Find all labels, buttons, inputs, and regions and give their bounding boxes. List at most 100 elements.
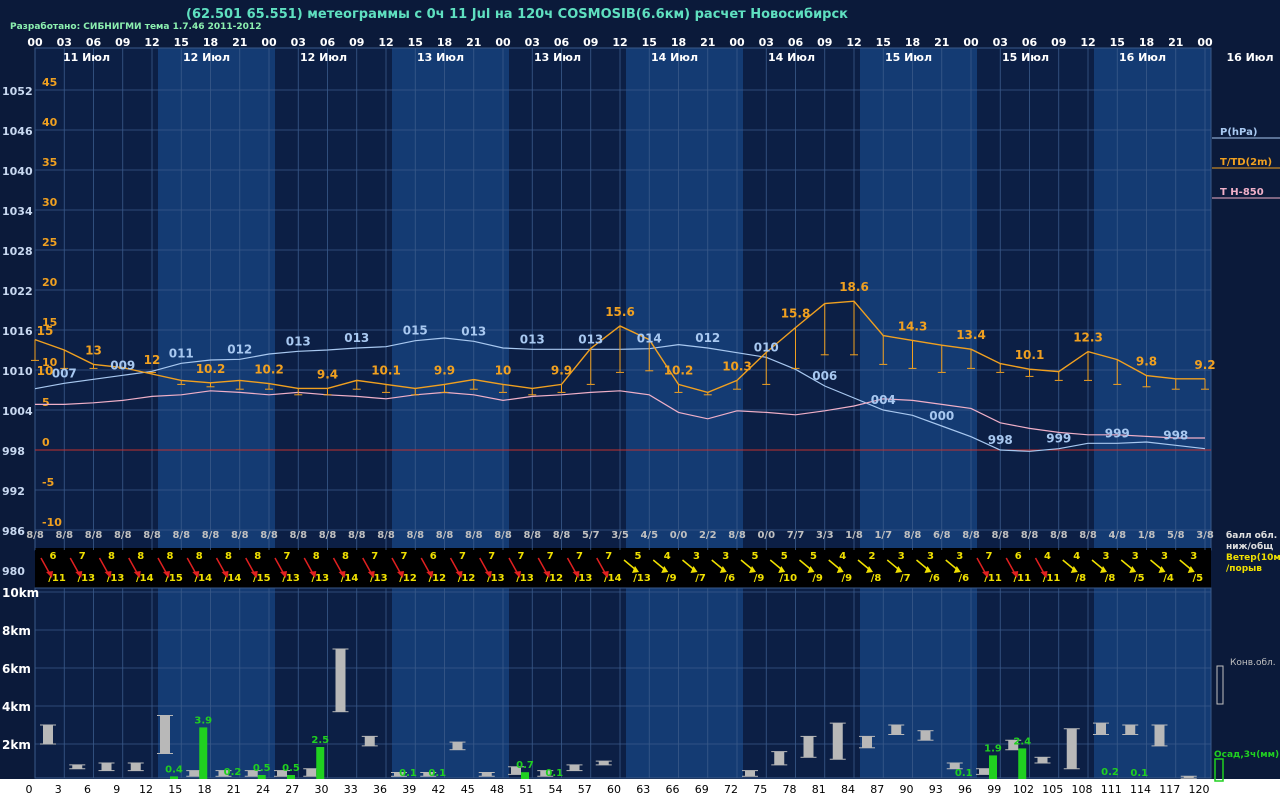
x-tick: 90 — [900, 783, 914, 796]
hour-label: 00 — [963, 36, 979, 49]
cloud-cover: 0/0 — [670, 530, 688, 541]
hour-label: 06 — [1022, 36, 1038, 49]
wind-speed: 7 — [284, 551, 291, 562]
wind-speed: 5 — [635, 551, 642, 562]
temp-value: 10.2 — [196, 362, 226, 376]
temp-value: 9.9 — [434, 363, 455, 377]
wind-speed: 4 — [839, 551, 846, 562]
hour-label: 03 — [57, 36, 72, 49]
wind-speed: 3 — [1190, 551, 1197, 562]
x-tick: 114 — [1130, 783, 1151, 796]
wind-speed: 7 — [986, 551, 993, 562]
wind-speed: 4 — [1073, 551, 1080, 562]
pressure-value: 014 — [637, 332, 662, 346]
x-tick: 96 — [958, 783, 972, 796]
cloud-bar — [891, 725, 902, 735]
temp-value: 10.2 — [254, 363, 284, 377]
wind-gust: /7 — [900, 573, 911, 584]
temp-value: 10.1 — [371, 363, 401, 377]
x-tick: 99 — [987, 783, 1001, 796]
wind-speed: 7 — [605, 551, 612, 562]
cloud-cover: 1/8 — [1138, 530, 1156, 541]
pressure-tick: 1004 — [2, 405, 33, 418]
precip-value: 0.1 — [1130, 768, 1148, 779]
hour-label: 00 — [1197, 36, 1213, 49]
hour-label: 06 — [788, 36, 804, 49]
precip-value: 2.4 — [1013, 736, 1031, 747]
date-label: 15 Июл — [885, 51, 932, 64]
temp-value: 9.2 — [1194, 358, 1215, 372]
pressure-value: 013 — [461, 324, 486, 338]
pressure-tick: 1046 — [2, 125, 33, 138]
pressure-tick: 1016 — [2, 325, 33, 338]
meteogram: (62.501 65.551) метеограммы с 0ч 11 Jul … — [0, 0, 1280, 800]
cloud-bar — [862, 736, 872, 748]
cloud-cover: 1/7 — [874, 530, 892, 541]
cloud-bar — [452, 742, 463, 750]
date-label: 16 Июл — [1119, 51, 1166, 64]
cloud-cover: 8/8 — [436, 530, 454, 541]
hour-label: 09 — [817, 36, 832, 49]
precip-value: 0.2 — [224, 767, 242, 778]
temp-value: 10.1 — [1015, 348, 1045, 362]
cloud-bar — [1066, 728, 1077, 769]
x-tick: 57 — [578, 783, 592, 796]
wind-speed: 7 — [576, 551, 583, 562]
precip-bar — [989, 755, 997, 782]
cloud-cover: 8/8 — [1079, 530, 1097, 541]
cloud-cover: 8/8 — [523, 530, 541, 541]
temp-value: 13.4 — [956, 328, 986, 342]
cloud-cover: 0/0 — [757, 530, 775, 541]
cloud-bar — [1037, 757, 1048, 763]
temp-tick: 0 — [42, 436, 50, 449]
pressure-value: 999 — [1105, 426, 1130, 440]
hour-label: 15 — [876, 36, 891, 49]
hour-label: 18 — [905, 36, 920, 49]
wind-speed: 4 — [664, 551, 671, 562]
wind-speed: 7 — [79, 551, 86, 562]
date-label: 15 Июл — [1002, 51, 1049, 64]
hour-label: 18 — [437, 36, 452, 49]
precip-value: 0.1 — [545, 768, 563, 779]
x-tick: 63 — [636, 783, 650, 796]
pressure-tick: 1052 — [2, 85, 33, 98]
wind-gust: /9 — [666, 573, 677, 584]
temp-value: 10.3 — [722, 359, 752, 373]
legend-label: T H-850 — [1220, 187, 1264, 198]
hour-label: 06 — [554, 36, 570, 49]
cloud-bar — [160, 715, 170, 754]
cloud-bar — [1096, 723, 1106, 735]
cloud-cover: 8/8 — [377, 530, 395, 541]
pressure-value: 013 — [520, 332, 545, 346]
cloud-cover: 4/8 — [1108, 530, 1126, 541]
temp-value: 10 — [37, 364, 54, 378]
day-band — [743, 48, 860, 778]
wind-speed: 8 — [342, 551, 349, 562]
cloud-cover: 8/8 — [319, 530, 337, 541]
temp-tick: 5 — [42, 396, 50, 409]
date-label: 13 Июл — [417, 51, 464, 64]
legend-label: балл обл. — [1226, 530, 1277, 541]
wind-speed: 4 — [1044, 551, 1051, 562]
day-band — [509, 48, 626, 778]
wind-speed: 5 — [781, 551, 788, 562]
hour-label: 12 — [378, 36, 393, 49]
temp-tick: 20 — [42, 276, 58, 289]
cloud-cover: 1/8 — [845, 530, 863, 541]
wind-speed: 7 — [518, 551, 525, 562]
temp-tick: -5 — [42, 476, 54, 489]
x-tick: 108 — [1072, 783, 1093, 796]
cloud-bar — [569, 764, 580, 771]
pressure-tick: 992 — [2, 485, 25, 498]
legend-label: Осад,3ч(мм) — [1214, 750, 1279, 760]
precip-value: 0.4 — [165, 764, 183, 775]
height-tick: 4km — [2, 700, 31, 714]
precip-value: 0.1 — [428, 768, 446, 779]
x-tick: 27 — [285, 783, 299, 796]
wind-speed: 8 — [313, 551, 320, 562]
wind-gust: /6 — [929, 573, 940, 584]
x-tick: 6 — [84, 783, 91, 796]
cloud-cover: 8/8 — [55, 530, 73, 541]
legend-label: P(hPa) — [1220, 127, 1257, 138]
temp-value: 10 — [495, 363, 512, 377]
